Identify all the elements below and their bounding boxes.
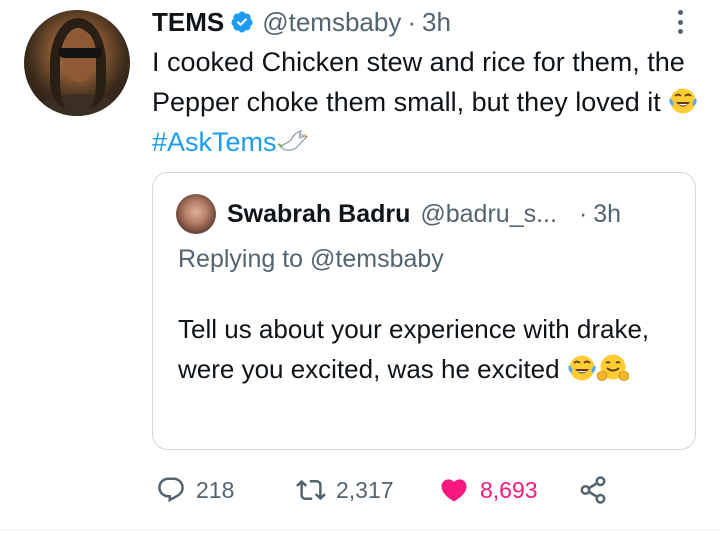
quoted-author-avatar[interactable] — [176, 194, 216, 234]
separator-dot: · — [407, 6, 417, 37]
quoted-tweet-header: Swabrah Badru @badru_s... · 3h — [227, 197, 687, 231]
like-count: 8,693 — [480, 476, 538, 503]
retweet-icon — [296, 479, 326, 501]
author-avatar[interactable] — [24, 10, 130, 116]
verified-badge-icon — [231, 11, 253, 33]
tweet-timestamp[interactable]: 3h — [422, 7, 451, 38]
hugging-face-emoji-icon — [596, 353, 630, 383]
tears-of-joy-emoji-icon — [567, 353, 597, 383]
like-button[interactable]: 8,693 — [438, 470, 538, 510]
retweet-button[interactable]: 2,317 — [296, 470, 394, 510]
author-handle[interactable]: @temsbaby — [262, 7, 401, 38]
replying-to-label: Replying to @temsbaby — [178, 245, 444, 273]
tweet-actions: 218 2,317 8,693 — [152, 470, 622, 510]
quoted-tweet-timestamp[interactable]: 3h — [593, 200, 621, 229]
tweet-header: TEMS @temsbaby · 3h — [152, 4, 451, 40]
quoted-author-handle[interactable]: @badru_s... — [420, 200, 557, 229]
heart-icon — [441, 479, 467, 502]
dove-emoji-icon — [277, 126, 308, 156]
reply-icon — [158, 477, 184, 503]
share-button[interactable] — [578, 470, 608, 510]
reply-button[interactable]: 218 — [156, 470, 234, 510]
quoted-author-name[interactable]: Swabrah Badru — [227, 200, 410, 229]
divider — [0, 530, 720, 531]
quoted-tweet[interactable]: Swabrah Badru @badru_s... · 3h Replying … — [152, 172, 696, 450]
hashtag-link[interactable]: #AskTems — [152, 127, 277, 157]
share-icon — [580, 476, 606, 504]
author-name[interactable]: TEMS — [152, 7, 224, 38]
tears-of-joy-emoji-icon — [668, 86, 698, 116]
tweet-text-main: I cooked Chicken stew and rice for them,… — [152, 47, 685, 117]
separator-dot: · — [578, 199, 588, 228]
reply-count: 218 — [196, 476, 235, 503]
more-icon[interactable] — [674, 8, 686, 36]
tweet-text: I cooked Chicken stew and rice for them,… — [152, 42, 712, 162]
quoted-tweet-text: Tell us about your experience with drake… — [178, 309, 678, 389]
tweet[interactable]: TEMS @temsbaby · 3h I cooked Chicken ste… — [0, 0, 720, 538]
retweet-count: 2,317 — [336, 476, 394, 503]
